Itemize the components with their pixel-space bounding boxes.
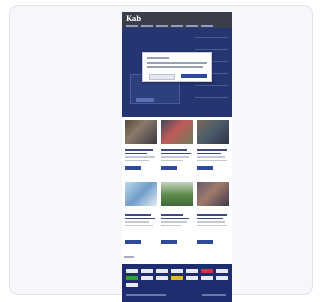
photo-tile[interactable]: [197, 182, 229, 206]
hero-section: Kab: [122, 12, 232, 117]
hero-link[interactable]: [195, 32, 228, 38]
teaser: [161, 149, 193, 170]
partner-logo[interactable]: [156, 269, 168, 273]
partner-logo[interactable]: [141, 269, 153, 273]
partner-logo[interactable]: [186, 276, 198, 280]
teaser: [125, 214, 157, 244]
teaser: [125, 149, 157, 170]
footer-text-line: [126, 294, 166, 296]
read-more-button[interactable]: [161, 240, 177, 244]
partner-logo[interactable]: [201, 276, 213, 280]
nav-item[interactable]: [201, 25, 213, 27]
read-more-button[interactable]: [197, 240, 213, 244]
partner-logo[interactable]: [171, 269, 183, 273]
read-more-button[interactable]: [125, 166, 141, 170]
modal-text-line: [147, 66, 203, 68]
teaser: [197, 214, 229, 244]
hero-link[interactable]: [195, 92, 228, 98]
modal-text-line: [147, 62, 207, 64]
nav-item[interactable]: [126, 25, 138, 27]
site-footer: [122, 264, 232, 302]
text-row: [122, 149, 232, 170]
site-header: Kab: [122, 12, 232, 28]
section-label: [124, 256, 134, 258]
modal-title-line: [147, 57, 169, 59]
partner-logos-row: [126, 276, 228, 280]
partner-logo[interactable]: [126, 269, 138, 273]
nav-item[interactable]: [186, 25, 198, 27]
photo-tile[interactable]: [197, 120, 229, 144]
nav-item[interactable]: [156, 25, 168, 27]
partner-logo[interactable]: [186, 269, 198, 273]
nav-item[interactable]: [171, 25, 183, 27]
preview-card: Kab: [9, 5, 313, 302]
photo-tile[interactable]: [125, 182, 157, 206]
hero-link[interactable]: [195, 44, 228, 50]
page-thumbnail[interactable]: Kab: [122, 12, 232, 302]
read-more-button[interactable]: [197, 166, 213, 170]
partner-logo[interactable]: [141, 276, 153, 280]
nav-item[interactable]: [141, 25, 153, 27]
partner-logo[interactable]: [126, 276, 138, 280]
modal-secondary-button[interactable]: [149, 74, 175, 80]
partner-logo[interactable]: [216, 269, 228, 273]
teaser: [161, 214, 193, 244]
tile-row: [122, 182, 232, 206]
partner-logo[interactable]: [126, 283, 138, 287]
consent-modal: [142, 52, 212, 82]
photo-tile[interactable]: [161, 120, 193, 144]
read-more-button[interactable]: [161, 166, 177, 170]
partner-logos-row: [126, 269, 228, 273]
main-nav: [122, 25, 232, 28]
photo-tile[interactable]: [161, 182, 193, 206]
partner-logo[interactable]: [201, 269, 213, 273]
footer-text-line: [202, 294, 226, 296]
partner-logo[interactable]: [171, 276, 183, 280]
partner-logos-row: [126, 283, 138, 287]
hero-button[interactable]: [136, 98, 154, 102]
tile-row: [122, 120, 232, 144]
photo-tile[interactable]: [125, 120, 157, 144]
partner-logo[interactable]: [216, 276, 228, 280]
partner-logo[interactable]: [156, 276, 168, 280]
read-more-button[interactable]: [125, 240, 141, 244]
modal-accept-button[interactable]: [181, 74, 207, 78]
teaser: [197, 149, 229, 170]
text-row: [122, 214, 232, 244]
site-logo: Kab: [126, 14, 141, 23]
